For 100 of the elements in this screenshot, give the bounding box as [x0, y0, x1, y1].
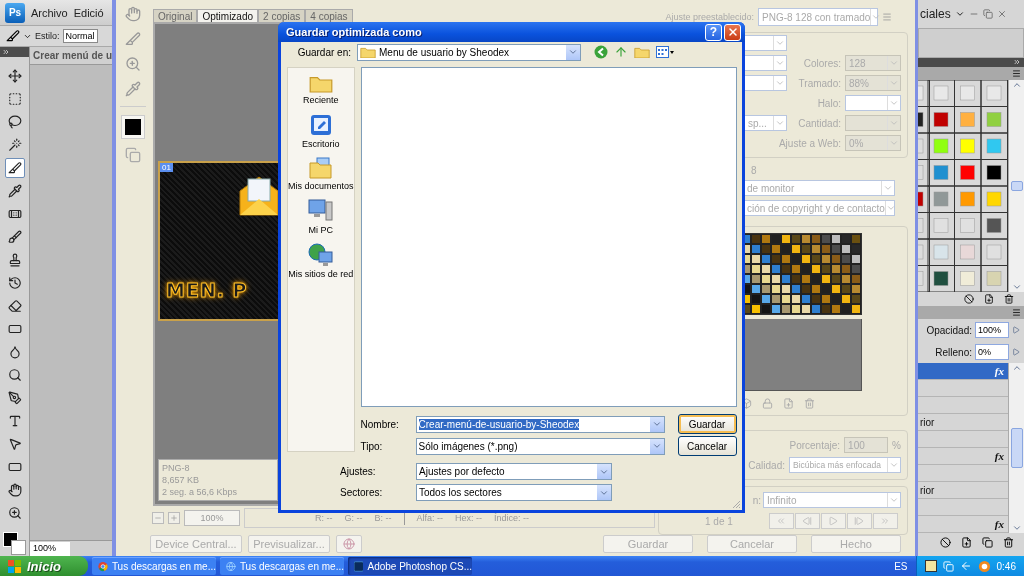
dialog-button[interactable]: Cancelar: [677, 436, 737, 456]
place-item[interactable]: Reciente: [303, 74, 339, 106]
file-field[interactable]: Sólo imágenes (*.png): [415, 437, 665, 455]
document-tab[interactable]: Crear menú de u: [30, 47, 112, 65]
tab[interactable]: 2 copias: [258, 9, 306, 22]
history-icon: [7, 276, 22, 290]
globe-icon: [226, 559, 236, 573]
double-left-icon: [776, 516, 787, 526]
fill-field[interactable]: 0%: [975, 344, 1009, 360]
field-label: Colores:: [803, 57, 841, 69]
menu-icon[interactable]: [1012, 308, 1021, 317]
percent-unit: %: [892, 439, 901, 451]
folder-dropdown[interactable]: Menu de usuario by Sheodex: [357, 43, 581, 61]
quality-label: Calidad:: [748, 459, 785, 471]
trash-icon[interactable]: [1004, 294, 1014, 304]
place-label: Escritorio: [302, 139, 340, 150]
color-readout: Alfa: --: [416, 513, 443, 523]
lasso-icon: [7, 115, 22, 129]
menu-item[interactable]: Edició: [73, 6, 104, 19]
knife-icon: [7, 161, 22, 175]
tab[interactable]: Original: [153, 9, 198, 22]
scroll-thumb[interactable]: [1010, 428, 1023, 468]
color-swatches[interactable]: [2, 532, 27, 556]
color-swatch[interactable]: [122, 116, 144, 138]
new-layer-icon[interactable]: [982, 536, 993, 548]
ring-icon[interactable]: [977, 559, 991, 573]
place-item[interactable]: Mis sitios de red: [288, 243, 354, 280]
close-button[interactable]: [724, 23, 741, 41]
menu-item[interactable]: Archivo: [31, 6, 68, 19]
percent-label: Porcentaje:: [789, 439, 841, 451]
place-item[interactable]: Mi PC: [307, 199, 334, 236]
color-readout: Índice: --: [494, 513, 530, 523]
tab[interactable]: Optimizado: [197, 9, 259, 22]
caret-icon[interactable]: [954, 9, 965, 19]
tool-button[interactable]: [4, 158, 25, 178]
double-right-icon: [880, 516, 891, 526]
place-item[interactable]: Escritorio: [302, 113, 340, 150]
file-field[interactable]: Crear-menú-de-usuario-by-Sheodex: [415, 415, 665, 433]
collapse-icon[interactable]: [1013, 58, 1021, 66]
dropdown[interactable]: [744, 55, 787, 71]
scroll-thumb[interactable]: [1010, 181, 1023, 191]
taskbar-item[interactable]: Adobe Photoshop CS...: [348, 557, 472, 575]
info-text: 8,657 KB: [162, 474, 201, 486]
restore-icon[interactable]: [982, 9, 993, 19]
no-entry-icon[interactable]: [964, 294, 974, 304]
trash-icon[interactable]: [1003, 536, 1014, 548]
style-field[interactable]: Normal: [62, 29, 98, 44]
save-in-label: Guardar en:: [296, 46, 351, 58]
dropdown: 88%: [845, 75, 901, 91]
eraser-icon: [7, 299, 22, 313]
knife-icon[interactable]: [6, 29, 20, 44]
field-label: Ajustes:: [340, 466, 377, 477]
view-menu-icon[interactable]: [656, 46, 674, 58]
scrollbar[interactable]: [1008, 80, 1024, 292]
banner-text: MEN. P: [166, 279, 249, 301]
bandage-icon: [7, 207, 22, 221]
layer-row[interactable]: fx: [918, 363, 1008, 380]
flag-icon: [8, 559, 22, 573]
layer-name: rior: [920, 416, 935, 428]
taskbar-item[interactable]: Tus descargas en me...: [92, 557, 216, 575]
place-label: Reciente: [303, 95, 339, 106]
pointer-icon: [7, 437, 22, 451]
place-item[interactable]: Mis documentos: [288, 157, 354, 192]
workspace-menu[interactable]: ciales: [920, 7, 951, 21]
globe-icon: [343, 538, 355, 550]
back-icon[interactable]: [594, 45, 608, 59]
play-icon: [828, 516, 839, 526]
dashed-square-icon: [7, 92, 22, 106]
resize-grip-icon[interactable]: [731, 499, 741, 509]
options-dropdown[interactable]: Todos los sectores: [416, 484, 612, 501]
opacity-label: Opacidad:: [926, 324, 972, 336]
opacity-field[interactable]: 100%: [975, 322, 1009, 338]
close-icon[interactable]: [996, 9, 1007, 19]
options-dropdown[interactable]: Ajustes por defecto: [416, 463, 612, 480]
tab[interactable]: 4 copias: [305, 9, 353, 22]
dropdown[interactable]: [744, 35, 787, 51]
field-label: Halo:: [817, 97, 841, 109]
fill-label: Relleno:: [935, 346, 972, 358]
expand-icon[interactable]: [2, 48, 10, 56]
field-label: Ajuste a Web:: [778, 137, 841, 149]
color-readout: Hex: --: [455, 513, 482, 523]
droplet-icon: [7, 345, 22, 359]
up-caret-icon[interactable]: [1011, 363, 1022, 373]
dialog-button[interactable]: Guardar: [677, 414, 737, 434]
language-indicator[interactable]: ES: [894, 560, 908, 572]
toggle-icon[interactable]: [125, 147, 141, 163]
place-label: Mis sitios de red: [288, 269, 354, 280]
taskbar-item[interactable]: Tus descargas en me...: [220, 557, 344, 575]
scrollbar[interactable]: [1008, 363, 1024, 533]
zoom-field[interactable]: 100%: [30, 541, 71, 556]
frame-counter: 1 de 1: [705, 515, 733, 527]
help-button[interactable]: ?: [705, 23, 722, 41]
info-text: 2 seg. a 56,6 Kbps: [162, 486, 239, 498]
back-arrow-icon[interactable]: [959, 560, 972, 572]
field-label: Tipo:: [360, 440, 384, 452]
dropdown[interactable]: [744, 75, 787, 91]
desktop-icon: [308, 113, 333, 138]
slice-number: 01: [160, 163, 173, 172]
menu-icon[interactable]: [1012, 69, 1021, 78]
new-icon[interactable]: [984, 294, 994, 304]
